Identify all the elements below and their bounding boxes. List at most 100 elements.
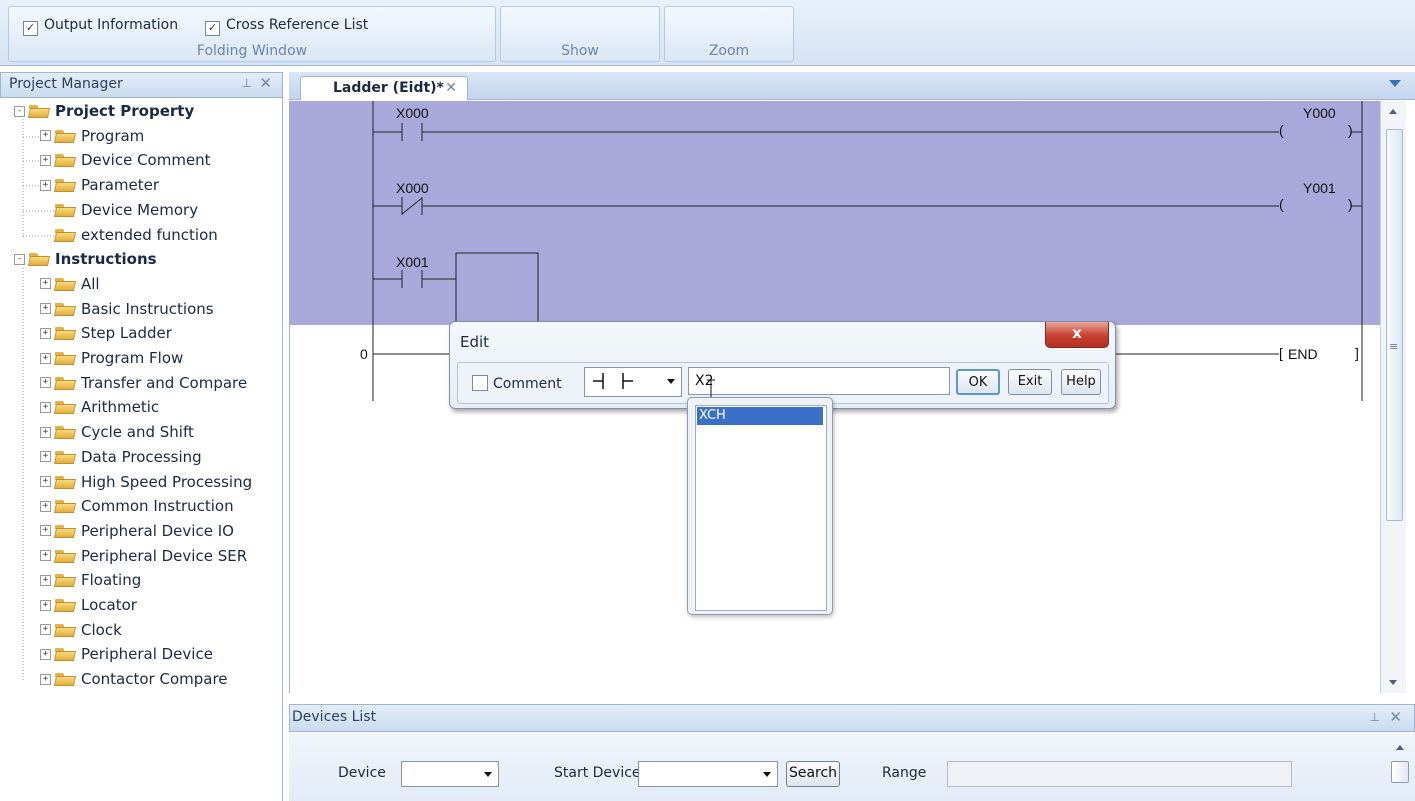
start-device-select[interactable] (638, 761, 778, 787)
expand-icon[interactable]: + (40, 673, 51, 685)
tree-item-label: Transfer and Compare (81, 373, 248, 392)
checkbox-unchecked-icon (472, 375, 488, 391)
comment-checkbox[interactable]: Comment (472, 375, 562, 392)
chevron-down-icon (763, 772, 771, 777)
contact-label-x001[interactable]: X001 (396, 254, 429, 270)
pin-icon[interactable]: ⊥ (1370, 710, 1380, 724)
devices-list-title: Devices List (292, 709, 377, 725)
folder-icon (55, 647, 75, 661)
scroll-thumb[interactable]: ≡ (1386, 129, 1403, 521)
folder-icon (55, 153, 75, 167)
tree-item[interactable]: + Arithmetic (40, 396, 159, 418)
expand-icon[interactable]: + (40, 130, 51, 142)
tree-item[interactable]: + Floating (40, 569, 141, 591)
close-icon[interactable]: ✕ (1389, 708, 1402, 726)
scroll-up-icon[interactable] (1396, 745, 1404, 750)
tree-item[interactable]: + Program Flow (40, 347, 183, 369)
devices-list-scrollbar[interactable] (1385, 733, 1415, 801)
tree-item[interactable]: + Device Comment (40, 149, 211, 171)
scroll-up-icon[interactable] (1389, 109, 1397, 114)
tree-item[interactable]: Device Memory (40, 199, 198, 221)
tree-item[interactable]: + Parameter (40, 174, 159, 196)
folder-icon (29, 104, 49, 118)
pin-icon[interactable]: ⊥ (242, 76, 252, 90)
grip-icon: ≡ (1389, 340, 1399, 353)
tab-ladder[interactable]: Ladder (Eidt)* ✕ (300, 76, 468, 100)
expand-icon[interactable]: + (40, 500, 51, 512)
autocomplete-list[interactable]: XCH (695, 405, 827, 611)
ladder-vertical-scrollbar[interactable]: ≡ (1380, 101, 1406, 693)
tree-item[interactable]: + Locator (40, 594, 137, 616)
expand-icon[interactable]: + (40, 278, 51, 290)
tree-item[interactable]: - Instructions (14, 248, 157, 270)
expand-icon[interactable]: + (40, 648, 51, 660)
expand-icon[interactable]: + (40, 476, 51, 487)
tree-item[interactable]: + Data Processing (40, 446, 202, 468)
tree-item-label: Device Comment (81, 151, 211, 170)
help-button[interactable]: Help (1061, 369, 1101, 395)
search-button[interactable]: Search (786, 761, 840, 787)
expand-icon[interactable]: + (40, 451, 51, 463)
zoom-label[interactable]: Zoom (665, 43, 793, 59)
tree-item[interactable]: + Basic Instructions (40, 298, 214, 320)
tree-item[interactable]: + Step Ladder (40, 322, 172, 344)
ok-button[interactable]: OK (956, 369, 1000, 395)
folder-icon (55, 228, 75, 242)
tree-item-label: Data Processing (81, 447, 202, 466)
expand-icon[interactable]: + (40, 377, 51, 389)
expand-icon[interactable]: + (40, 426, 51, 438)
tab-close-icon[interactable]: ✕ (445, 80, 457, 96)
tree-item[interactable]: + Transfer and Compare (40, 372, 247, 394)
tree-item[interactable]: + Common Instruction (40, 495, 234, 517)
tree-item[interactable]: + Peripheral Device SER (40, 545, 247, 567)
exit-button[interactable]: Exit (1008, 369, 1052, 395)
show-label[interactable]: Show (501, 43, 659, 59)
folder-icon (55, 450, 75, 464)
expand-icon[interactable]: + (40, 154, 51, 166)
tree-item[interactable]: + Peripheral Device (40, 643, 213, 665)
collapse-icon[interactable]: - (14, 105, 25, 117)
folder-icon (55, 351, 75, 365)
end-instruction[interactable]: END (1288, 346, 1318, 362)
coil-label-y000[interactable]: Y000 (1303, 105, 1336, 121)
folder-icon (55, 524, 75, 538)
expand-icon[interactable]: + (40, 327, 51, 339)
output-information-checkbox[interactable]: ✓ Output Information (23, 17, 178, 36)
tree-item[interactable]: + High Speed Processing (40, 471, 252, 493)
tree-item[interactable]: - Project Property (14, 100, 194, 122)
expand-icon[interactable]: + (40, 574, 51, 586)
expand-icon[interactable]: + (40, 303, 51, 315)
cross-reference-list-checkbox[interactable]: ✓ Cross Reference List (205, 17, 368, 36)
device-select[interactable] (401, 761, 499, 787)
contact-label-x000[interactable]: X000 (396, 105, 429, 121)
expand-icon[interactable]: + (40, 179, 51, 191)
contact-type-select[interactable] (584, 367, 682, 397)
contact-label-x000-nc[interactable]: X000 (396, 180, 429, 196)
project-tree[interactable]: - Project Property + Program + Device Comment… (0, 98, 283, 801)
collapse-icon[interactable]: - (14, 253, 25, 265)
expand-icon[interactable]: + (40, 525, 51, 537)
expand-icon[interactable]: + (40, 599, 51, 611)
tree-item[interactable]: + Peripheral Device IO (40, 520, 234, 542)
tree-item[interactable]: + Cycle and Shift (40, 421, 194, 443)
tree-item[interactable]: + Clock (40, 619, 122, 641)
tree-item-label: Project Property (55, 102, 195, 120)
tree-item-label: Cycle and Shift (81, 423, 194, 442)
expand-icon[interactable]: + (40, 624, 51, 636)
dialog-close-button[interactable]: x (1045, 322, 1109, 348)
tree-item[interactable]: + Program (40, 125, 144, 147)
tree-item[interactable]: + All (40, 273, 100, 295)
coil-label-y001[interactable]: Y001 (1303, 180, 1336, 196)
scroll-down-icon[interactable] (1389, 680, 1397, 685)
expand-icon[interactable]: + (40, 352, 51, 364)
close-icon[interactable]: ✕ (259, 74, 272, 92)
autocomplete-item-xch[interactable]: XCH (697, 407, 823, 425)
instruction-input[interactable]: X2 (688, 367, 950, 395)
expand-icon[interactable]: + (40, 550, 51, 562)
expand-icon[interactable]: + (40, 401, 51, 413)
tree-item[interactable]: + Contactor Compare (40, 668, 228, 690)
tree-item[interactable]: extended function (40, 224, 218, 246)
scroll-thumb[interactable] (1391, 761, 1409, 783)
tree-item-label: Common Instruction (81, 497, 234, 516)
tab-menu-arrow-icon[interactable] (1389, 80, 1401, 87)
